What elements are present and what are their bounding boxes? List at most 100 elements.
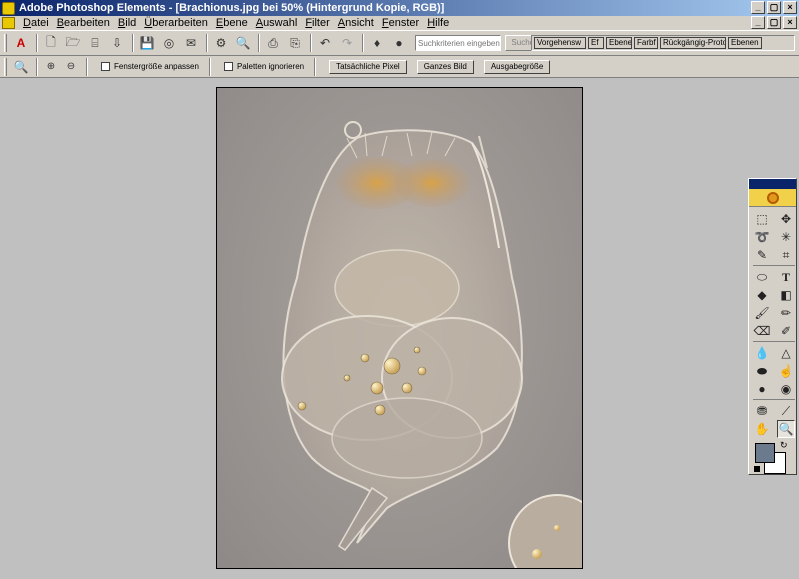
shape-tool-icon[interactable]: ⬭	[753, 268, 771, 286]
sunflower-icon	[766, 191, 779, 204]
options-grip[interactable]	[4, 57, 7, 76]
menu-hilfe[interactable]: Hilfe	[423, 17, 453, 29]
marquee-tool-icon[interactable]: ⬚	[753, 210, 771, 228]
close-button[interactable]: ×	[783, 1, 797, 14]
adobe-online-icon[interactable]: A	[11, 33, 31, 53]
print-size-button[interactable]: Ausgabegröße	[483, 59, 551, 74]
toolbar-separator	[258, 34, 260, 52]
search-input[interactable]	[415, 35, 501, 51]
print-icon[interactable]: ⎙	[263, 33, 283, 53]
foreground-color-swatch[interactable]	[755, 443, 775, 463]
menu-ebene[interactable]: Ebene	[212, 17, 252, 29]
menu-auswahl[interactable]: Auswahl	[252, 17, 302, 29]
window-titlebar: Adobe Photoshop Elements - [Brachionus.j…	[0, 0, 799, 16]
sharpen-tool-icon[interactable]: △	[777, 344, 795, 362]
default-colors-icon[interactable]	[754, 466, 760, 472]
toolbar-separator	[310, 34, 312, 52]
blur-tool-icon[interactable]: 💧	[753, 344, 771, 362]
menu-ansicht[interactable]: Ansicht	[334, 17, 378, 29]
toolbar-separator	[86, 57, 88, 76]
smudge-tool-icon[interactable]: ☝	[777, 362, 795, 380]
toolbar-separator	[362, 34, 364, 52]
zoom-out-icon[interactable]: ⊖	[61, 57, 81, 77]
palette-tab-rueckgaengig-protokoll[interactable]: Rückgängig-Proto	[660, 37, 726, 49]
palette-tab-vorgehensweise[interactable]: Vorgehensw	[534, 37, 586, 49]
new-file-icon[interactable]: 🗋	[41, 33, 61, 53]
doc-minimize-button[interactable]: _	[751, 16, 765, 29]
doc-restore-button[interactable]: ▢	[767, 16, 781, 29]
magic-wand-tool-icon[interactable]: ✳	[777, 228, 795, 246]
menu-datei[interactable]: Datei	[19, 17, 53, 29]
menu-fenster[interactable]: Fenster	[378, 17, 423, 29]
ignore-palettes-label: Paletten ignorieren	[236, 62, 305, 71]
palette-tab-ebenen[interactable]: Ebenen	[728, 37, 762, 49]
palette-tab-ebenenstile[interactable]: Ebenen	[606, 37, 632, 49]
checkbox-box[interactable]	[223, 62, 233, 71]
redo-icon[interactable]: ↷	[337, 33, 357, 53]
red-eye-brush-tool-icon[interactable]: ◉	[777, 380, 795, 398]
zoom-in-icon[interactable]: ⊕	[41, 57, 61, 77]
clone-stamp-tool-icon[interactable]: ⛃	[753, 402, 771, 420]
import-icon[interactable]: ⇩	[107, 33, 127, 53]
doc-close-button[interactable]: ×	[783, 16, 797, 29]
menu-bearbeiten[interactable]: Bearbeiten	[53, 17, 114, 29]
toolbar-separator	[132, 34, 134, 52]
shortcuts-bar: A 🗋 🗁 ⌸ ⇩ 💾 ◎ ✉ ⚙ 🔍 ⎙ ⎘ ↶ ↷ ♦ ● Suchen ?…	[0, 30, 799, 56]
pencil-tool-icon[interactable]: ✏	[777, 304, 795, 322]
open-file-icon[interactable]: 🗁	[63, 33, 83, 53]
toolbar-grip[interactable]	[4, 34, 7, 52]
maximize-button[interactable]: ▢	[767, 1, 781, 14]
minimize-button[interactable]: _	[751, 1, 765, 14]
dodge-tool-icon[interactable]: ●	[753, 380, 771, 398]
toolbar-separator	[208, 57, 211, 76]
color-swatches: ↻	[749, 440, 796, 478]
color-variations-icon[interactable]: ●	[389, 33, 409, 53]
document-window-controls: _ ▢ ×	[751, 16, 797, 29]
fit-on-screen-button[interactable]: Ganzes Bild	[416, 59, 474, 74]
palette-well: Vorgehensw Ef Ebenen Farbf Rückgängig-Pr…	[531, 35, 795, 51]
palette-tab-farbfelder[interactable]: Farbf	[634, 37, 658, 49]
toolbox-titlebar[interactable]	[749, 179, 796, 189]
checkbox-box[interactable]	[101, 62, 110, 71]
browse-icon[interactable]: ⌸	[85, 33, 105, 53]
brush-tool-icon[interactable]: 🖌	[753, 304, 771, 322]
menu-bar: Datei Bearbeiten Bild Überarbeiten Ebene…	[0, 16, 799, 30]
print-layout-icon[interactable]: ⎘	[285, 33, 305, 53]
actual-pixels-button[interactable]: Tatsächliche Pixel	[329, 59, 407, 74]
save-for-web-icon[interactable]: ◎	[159, 33, 179, 53]
menu-filter[interactable]: Filter	[301, 17, 333, 29]
eraser-tool-icon[interactable]: ⌫	[753, 322, 771, 340]
ignore-palettes-checkbox[interactable]: Paletten ignorieren	[223, 62, 305, 71]
type-tool-icon[interactable]: T	[777, 268, 795, 286]
hand-tool-icon[interactable]: ✋	[753, 420, 771, 438]
document-menu-icon[interactable]	[2, 17, 15, 29]
zoom-tool-icon[interactable]: 🔍	[777, 420, 795, 438]
selection-brush-tool-icon[interactable]: ✎	[753, 246, 771, 264]
photoshop-elements-app-icon[interactable]	[2, 1, 15, 15]
eyedropper-tool-icon[interactable]: ⟋	[777, 402, 795, 420]
swap-colors-icon[interactable]: ↻	[780, 440, 788, 451]
palette-tab-effekte[interactable]: Ef	[588, 37, 604, 49]
toolbar-separator	[36, 57, 38, 76]
undo-icon[interactable]: ↶	[315, 33, 335, 53]
menu-bild[interactable]: Bild	[114, 17, 140, 29]
save-icon[interactable]: 💾	[137, 33, 157, 53]
sponge-tool-icon[interactable]: ⬬	[753, 362, 771, 380]
adobe-sunflower-logo[interactable]	[749, 189, 796, 207]
impressionist-brush-tool-icon[interactable]: ✐	[777, 322, 795, 340]
lasso-tool-icon[interactable]: ➰	[753, 228, 771, 246]
resize-windows-checkbox[interactable]: Fenstergröße anpassen	[101, 62, 199, 71]
print-preview-icon[interactable]: 🔍	[233, 33, 253, 53]
online-services-icon[interactable]: ⚙	[211, 33, 231, 53]
image-canvas[interactable]	[216, 87, 583, 569]
menu-ueberarbeiten[interactable]: Überarbeiten	[140, 17, 212, 29]
zoom-tool-icon[interactable]: 🔍	[11, 57, 31, 77]
resize-windows-label: Fenstergröße anpassen	[114, 62, 199, 71]
gradient-tool-icon[interactable]: ◧	[777, 286, 795, 304]
paint-bucket-tool-icon[interactable]: ◆	[753, 286, 771, 304]
move-tool-icon[interactable]: ✥	[777, 210, 795, 228]
quick-fix-icon[interactable]: ♦	[367, 33, 387, 53]
attach-to-email-icon[interactable]: ✉	[181, 33, 201, 53]
crop-tool-icon[interactable]: ⌗	[777, 246, 795, 264]
toolbar-separator	[36, 34, 38, 52]
